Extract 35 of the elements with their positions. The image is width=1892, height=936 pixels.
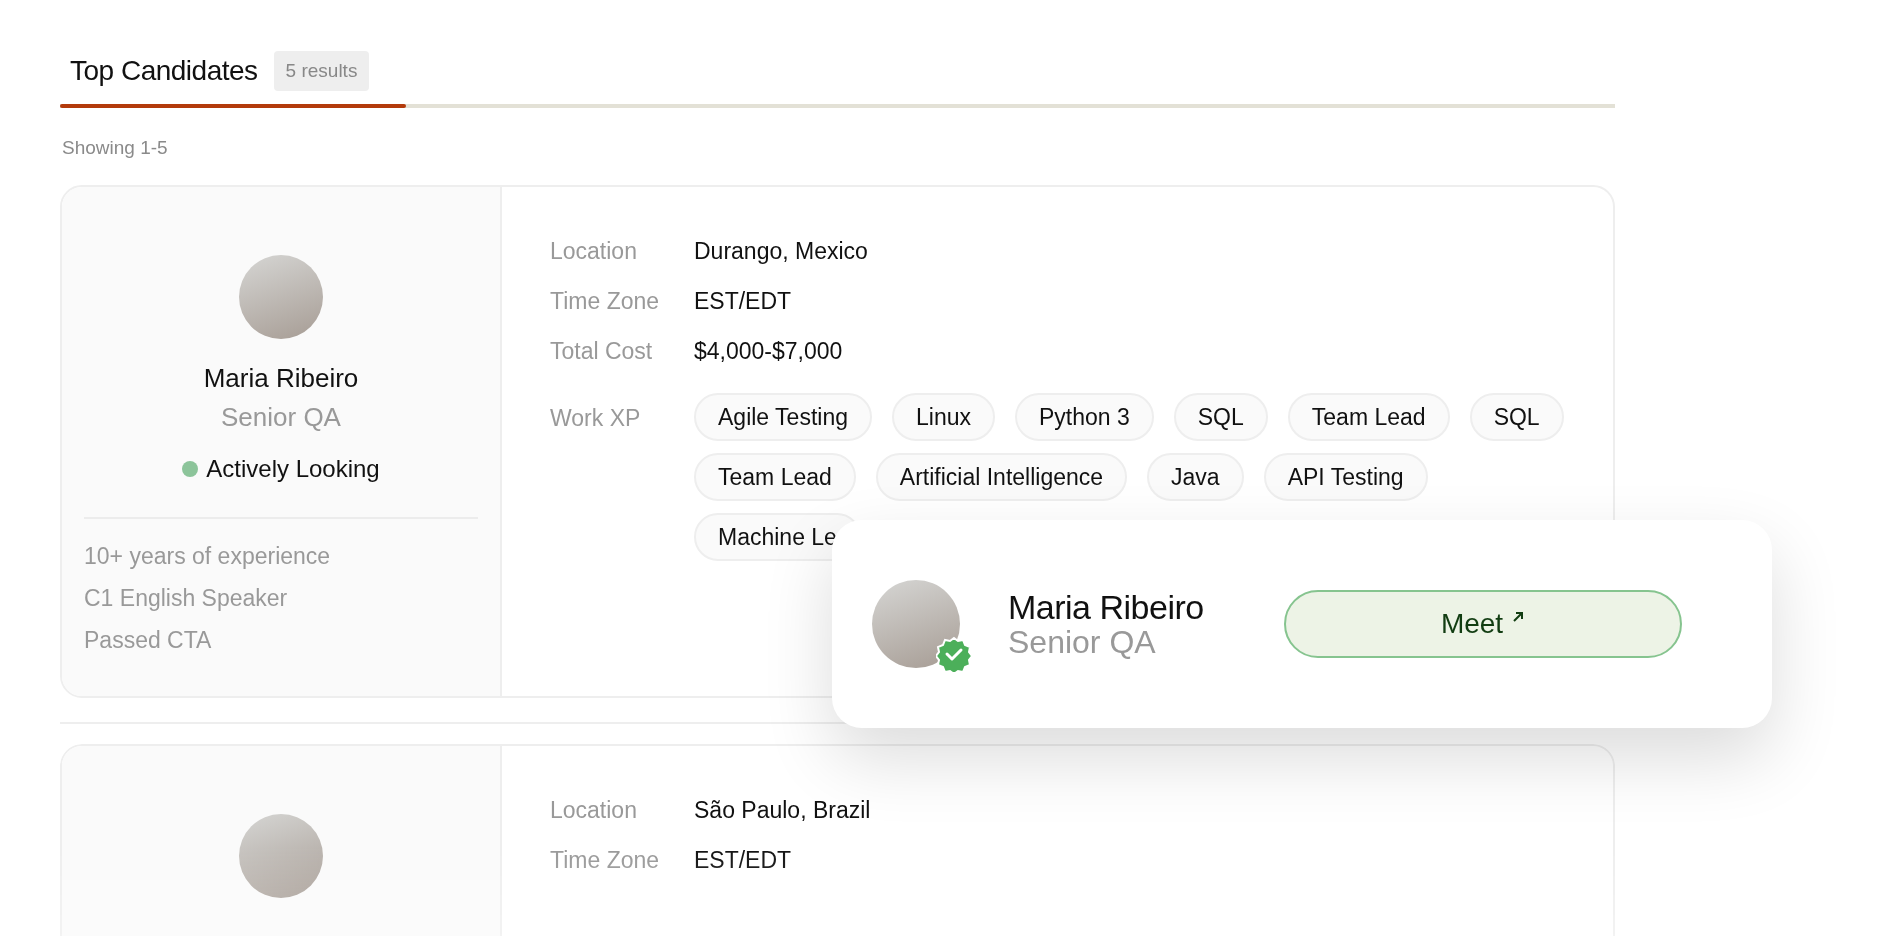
skill-tag: API Testing	[1263, 452, 1428, 501]
result-count-badge: 5 results	[273, 50, 370, 92]
detail-label: Total Cost	[550, 337, 654, 367]
skill-tag: SQL	[1469, 392, 1564, 441]
highlight-text: C1 English Speaker	[84, 583, 289, 613]
external-arrow-icon	[1511, 610, 1526, 624]
skill-tag: Python 3	[1015, 392, 1154, 441]
skill-tag: Linux	[892, 392, 995, 441]
skill-tag: Team Lead	[1287, 392, 1450, 441]
candidate-role: Senior QA	[1008, 625, 1157, 659]
tab[interactable]: Top Candidates 5 results	[70, 50, 370, 92]
highlight-text: 10+ years of experience	[84, 541, 332, 571]
results-range-text: Showing 1-5	[62, 136, 169, 160]
detail-label: Work XP	[550, 403, 642, 433]
detail-value: São Paulo, Brazil	[694, 796, 871, 826]
detail-value: EST/EDT	[694, 287, 792, 317]
candidate-name: Maria Ribeiro	[203, 361, 359, 395]
detail-label: Location	[550, 796, 638, 826]
highlight-text: Passed CTA	[84, 625, 213, 655]
detail-value: $4,000-$7,000	[694, 337, 843, 367]
detail-label: Location	[550, 237, 638, 267]
detail-label: Time Zone	[550, 287, 661, 317]
candidate-role: Senior QA	[221, 400, 341, 434]
meet-button[interactable]: Meet	[1284, 590, 1682, 658]
skill-tag: Team Lead	[694, 452, 856, 501]
detail-label: Time Zone	[550, 846, 661, 876]
skill-tag: SQL	[1173, 392, 1268, 441]
candidate-name: Maria Ribeiro	[1008, 589, 1205, 625]
skill-tag: Java	[1147, 452, 1244, 501]
detail-value: Durango, Mexico	[694, 237, 868, 267]
skill-tag: Agile Testing	[694, 392, 872, 441]
skill-tag: Artificial Intelligence	[875, 452, 1128, 501]
tab-title: Top Candidates	[70, 54, 258, 88]
detail-value: EST/EDT	[694, 846, 792, 876]
status-label: Actively Looking	[206, 453, 380, 484]
